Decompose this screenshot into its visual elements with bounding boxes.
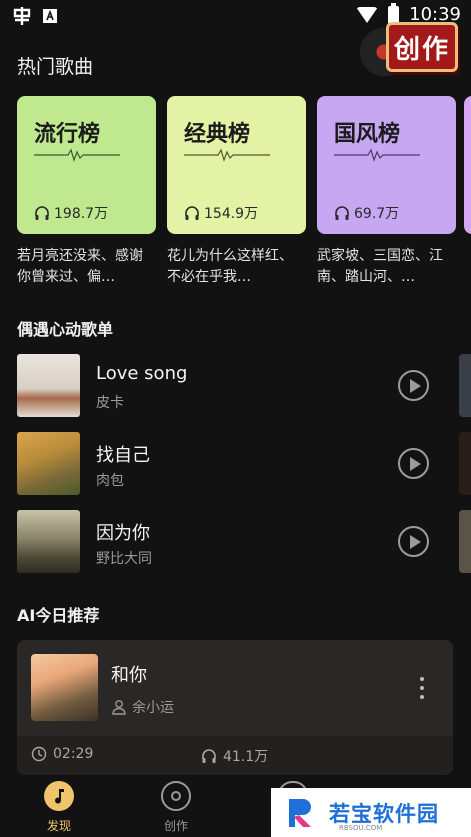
cover-image (31, 654, 98, 721)
app-notification-icon (13, 7, 31, 25)
list-item[interactable]: Love song 皮卡 (17, 354, 457, 418)
watermark-logo-icon (289, 798, 311, 827)
chart-list: 流行榜 198.7万 若月亮还没来、感谢你曾来过、偏… 经典榜 154.9万 花… (17, 96, 456, 288)
playlist-section-title: 偶遇心动歌单 (17, 320, 114, 339)
user-icon (112, 700, 126, 715)
chart-classic[interactable]: 经典榜 154.9万 花儿为什么这样红、不必在乎我… (167, 96, 306, 288)
song-artist: 肉包 (96, 473, 124, 489)
a-box-icon (43, 9, 57, 23)
waveform-icon (184, 148, 270, 162)
nav-create[interactable]: 创作 (146, 781, 206, 834)
song-duration: 02:29 (31, 746, 93, 762)
cover-image (17, 354, 80, 417)
clock-icon (31, 746, 47, 762)
chart-plays: 69.7万 (334, 203, 399, 223)
chart-card: 流行榜 198.7万 (17, 96, 156, 234)
chart-desc: 花儿为什么这样红、不必在乎我… (167, 248, 293, 285)
waveform-icon (34, 148, 120, 162)
song-title: 和你 (111, 665, 147, 686)
chart-plays: 154.9万 (184, 203, 258, 223)
chart-card: 国风榜 69.7万 (317, 96, 456, 234)
peek-cover (459, 432, 471, 495)
play-icon[interactable] (398, 448, 429, 479)
headphones-icon (335, 206, 349, 220)
disc-icon (161, 781, 191, 811)
song-artist: 余小运 (111, 697, 174, 717)
play-icon[interactable] (398, 370, 429, 401)
watermark: 若宝软件园 RBSOU.COM (271, 788, 471, 837)
chart-pop[interactable]: 流行榜 198.7万 若月亮还没来、感谢你曾来过、偏… (17, 96, 156, 288)
plays-count: 198.7万 (54, 206, 109, 222)
chart-desc: 若月亮还没来、感谢你曾来过、偏… (17, 248, 143, 285)
song-plays: 41.1万 (201, 746, 268, 766)
nav-discover[interactable]: 发现 (29, 781, 89, 834)
plays-count: 69.7万 (354, 206, 400, 222)
ai-section-title: AI今日推荐 (17, 606, 100, 625)
chart-plays: 198.7万 (34, 203, 108, 223)
chart-name: 流行榜 (34, 122, 101, 147)
play-icon[interactable] (398, 526, 429, 557)
ai-song-meta: 02:29 41.1万 (17, 736, 453, 775)
nav-label: 发现 (46, 819, 71, 833)
song-artist: 野比大同 (96, 551, 152, 567)
cover-image (17, 510, 80, 573)
song-title: Love song (96, 363, 188, 384)
headphones-icon (202, 749, 216, 763)
more-icon[interactable] (419, 677, 425, 699)
peek-cover (459, 354, 471, 417)
chart-peek (464, 96, 471, 234)
headphones-icon (185, 206, 199, 220)
song-title: 找自己 (96, 445, 150, 466)
create-floating-button[interactable]: 创作 (356, 16, 466, 82)
music-note-icon (44, 781, 74, 811)
nav-label: 创作 (163, 819, 188, 833)
artist-name: 余小运 (132, 700, 174, 716)
duration-text: 02:29 (53, 746, 94, 762)
ai-song-card[interactable]: 和你 余小运 02:29 41.1万 (17, 640, 453, 775)
song-title: 因为你 (96, 523, 150, 544)
cover-image (17, 432, 80, 495)
hot-songs-title: 热门歌曲 (17, 56, 94, 78)
waveform-icon (334, 148, 420, 162)
list-item[interactable]: 因为你 野比大同 (17, 510, 457, 574)
headphones-icon (35, 206, 49, 220)
chart-guofeng[interactable]: 国风榜 69.7万 武家坡、三国恋、江南、踏山河、… (317, 96, 456, 288)
chart-name: 国风榜 (334, 122, 401, 147)
watermark-sub: RBSOU.COM (339, 824, 383, 832)
plays-text: 41.1万 (223, 749, 269, 765)
chart-desc: 武家坡、三国恋、江南、踏山河、… (317, 248, 443, 285)
plays-count: 154.9万 (204, 206, 259, 222)
chart-name: 经典榜 (184, 122, 251, 147)
create-badge-label: 创作 (386, 22, 458, 72)
song-artist: 皮卡 (96, 395, 124, 411)
chart-card: 经典榜 154.9万 (167, 96, 306, 234)
watermark-text: 若宝软件园 (329, 801, 439, 826)
peek-cover (459, 510, 471, 573)
list-item[interactable]: 找自己 肉包 (17, 432, 457, 496)
